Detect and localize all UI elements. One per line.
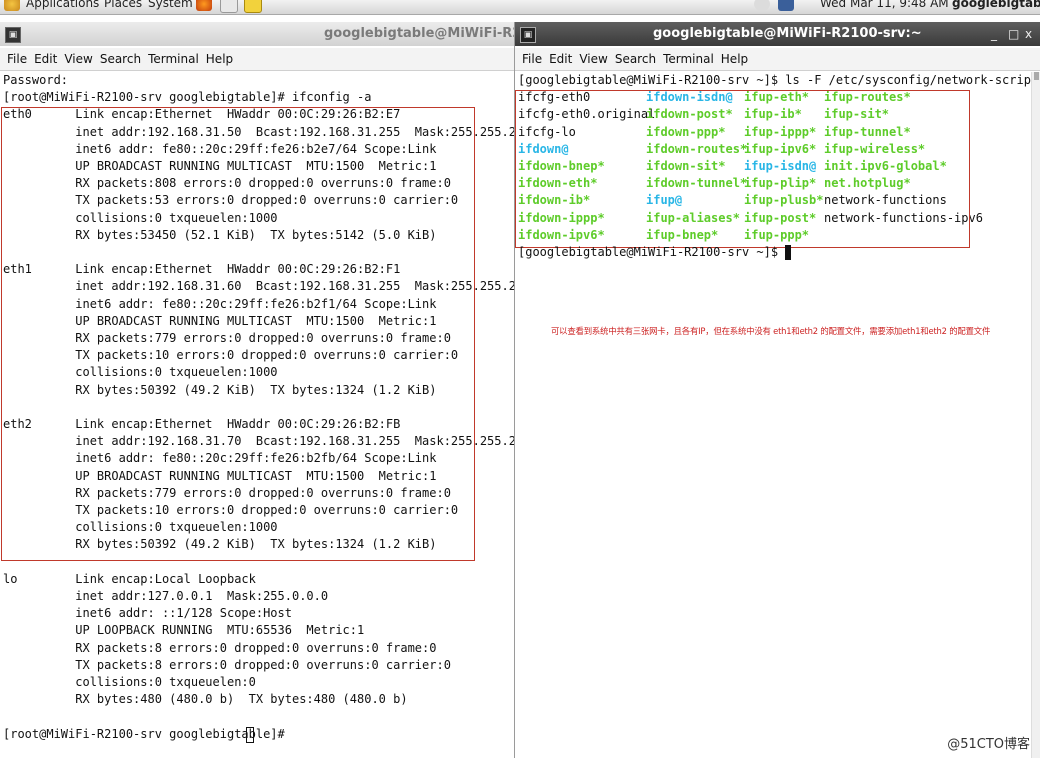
menu-edit[interactable]: Edit [34,48,57,70]
left-titlebar[interactable]: ▣ googlebigtable@MiWiFi-R2100-s [0,22,514,46]
left-terminal-output[interactable]: Password: [root@MiWiFi-R2100-srv googlebi… [0,72,514,758]
terminal-line: UP BROADCAST RUNNING MULTICAST MTU:1500 … [3,468,437,483]
volume-icon[interactable] [754,0,770,11]
notes-icon[interactable] [244,0,262,13]
menu-edit[interactable]: Edit [549,48,572,70]
menu-help[interactable]: Help [721,48,748,70]
terminal-line: RX packets:8 errors:0 dropped:0 overruns… [3,640,437,655]
terminal-line: TX packets:53 errors:0 dropped:0 overrun… [3,193,459,208]
terminal-line: inet addr:127.0.0.1 Mask:255.0.0.0 [3,589,329,603]
mail-icon[interactable] [220,0,238,13]
terminal-line: RX packets:779 errors:0 dropped:0 overru… [3,485,451,500]
terminal-line: collisions:0 txqueuelen:1000 [3,365,278,380]
menu-terminal[interactable]: Terminal [148,48,199,70]
right-terminal-window: ▣ googlebigtable@MiWiFi-R2100-srv:~ _ □ … [515,22,1040,758]
terminal-line: RX packets:808 errors:0 dropped:0 overru… [3,176,451,191]
terminal-line: inet6 addr: ::1/128 Scope:Host [3,606,292,621]
right-menubar: File Edit View Search Terminal Help [515,48,1040,71]
terminal-line: RX packets:779 errors:0 dropped:0 overru… [3,331,451,345]
terminal-line: RX bytes:50392 (49.2 KiB) TX bytes:1324 … [3,382,437,397]
terminal-line: RX bytes:480 (480.0 b) TX bytes:480 (480… [3,692,408,707]
left-menubar: File Edit View Search Terminal Help [0,48,514,71]
panel-user[interactable]: googlebigtable [952,0,1040,10]
terminal-line: inet6 addr: fe80::20c:29ff:fe26:b2fb/64 … [3,451,437,466]
menu-view[interactable]: View [64,48,92,70]
terminal-line: RX bytes:53450 (52.1 KiB) TX bytes:5142 … [3,227,437,242]
terminal-line: TX packets:10 errors:0 dropped:0 overrun… [3,348,459,363]
menu-view[interactable]: View [579,48,607,70]
text-cursor [246,726,254,743]
right-terminal-output[interactable]: [googlebigtable@MiWiFi-R2100-srv ~]$ ls … [515,72,1040,758]
terminal-icon: ▣ [520,27,536,43]
left-window-title: googlebigtable@MiWiFi-R2100-s [324,26,514,41]
terminal-line: collisions:0 txqueuelen:1000 [3,210,278,225]
panel-menu-applications[interactable]: Applications [26,0,99,10]
terminal-line: lo Link encap:Local Loopback [3,571,256,586]
right-window-title: googlebigtable@MiWiFi-R2100-srv:~ [653,26,922,41]
ls-command-line: [googlebigtable@MiWiFi-R2100-srv ~]$ ls … [518,73,1040,87]
terminal-line: RX bytes:50392 (49.2 KiB) TX bytes:1324 … [3,537,437,552]
terminal-line: Password: [3,73,69,87]
gnome-foot-icon[interactable] [4,0,20,11]
terminal-line: inet addr:192.168.31.70 Bcast:192.168.31… [3,434,515,449]
menu-search[interactable]: Search [100,48,141,70]
terminal-line: [root@MiWiFi-R2100-srv googlebigtable]# … [3,90,372,105]
network-icon[interactable] [778,0,794,11]
menu-search[interactable]: Search [615,48,656,70]
watermark: @51CTO博客 [947,737,1030,752]
close-button[interactable]: x [1025,22,1032,46]
terminal-line: inet6 addr: fe80::20c:29ff:fe26:b2f1/64 … [3,296,437,311]
maximize-button[interactable]: □ [1008,22,1019,46]
terminal-line: UP BROADCAST RUNNING MULTICAST MTU:1500 … [3,159,437,173]
terminal-icon: ▣ [5,27,21,43]
panel-menu-system[interactable]: System [148,0,193,10]
terminal-line: collisions:0 txqueuelen:0 [3,675,256,689]
terminal-line: inet6 addr: fe80::20c:29ff:fe26:b2e7/64 … [3,141,437,156]
menu-terminal[interactable]: Terminal [663,48,714,70]
scroll-thumb[interactable] [1034,72,1039,80]
terminal-line: eth1 Link encap:Ethernet HWaddr 00:0C:29… [3,262,401,277]
terminal-line: collisions:0 txqueuelen:1000 [3,520,278,535]
terminal-line: eth2 Link encap:Ethernet HWaddr 00:0C:29… [3,417,401,431]
minimize-button[interactable]: _ [991,22,997,46]
terminal-line: inet addr:192.168.31.60 Bcast:192.168.31… [3,279,515,294]
left-terminal-window: ▣ googlebigtable@MiWiFi-R2100-s File Edit… [0,22,515,758]
top-panel: Applications Places System Wed Mar 11, 9… [0,0,1040,15]
highlight-box-ls [515,90,970,248]
menu-help[interactable]: Help [206,48,233,70]
terminal-line: eth0 Link encap:Ethernet HWaddr 00:0C:29… [3,107,401,122]
firefox-icon[interactable] [196,0,212,11]
menu-file[interactable]: File [522,48,542,70]
terminal-line: TX packets:8 errors:0 dropped:0 overruns… [3,657,451,672]
panel-menu-places[interactable]: Places [104,0,142,10]
terminal-line: TX packets:10 errors:0 dropped:0 overrun… [3,503,459,517]
terminal-line: UP LOOPBACK RUNNING MTU:65536 Metric:1 [3,623,365,638]
terminal-line: UP BROADCAST RUNNING MULTICAST MTU:1500 … [3,313,437,328]
right-scrollbar[interactable] [1031,72,1040,758]
terminal-line: inet addr:192.168.31.50 Bcast:192.168.31… [3,124,515,139]
text-cursor [785,245,792,260]
menu-file[interactable]: File [7,48,27,70]
annotation-note: 可以查看到系统中共有三张网卡，且各有IP，但在系统中没有 eth1和eth2 的… [551,326,991,336]
right-titlebar[interactable]: ▣ googlebigtable@MiWiFi-R2100-srv:~ _ □ … [515,22,1040,46]
prompt-line: [googlebigtable@MiWiFi-R2100-srv ~]$ [518,244,792,261]
panel-clock[interactable]: Wed Mar 11, 9:48 AM [820,0,949,10]
prompt-text: [googlebigtable@MiWiFi-R2100-srv ~]$ [518,245,786,259]
